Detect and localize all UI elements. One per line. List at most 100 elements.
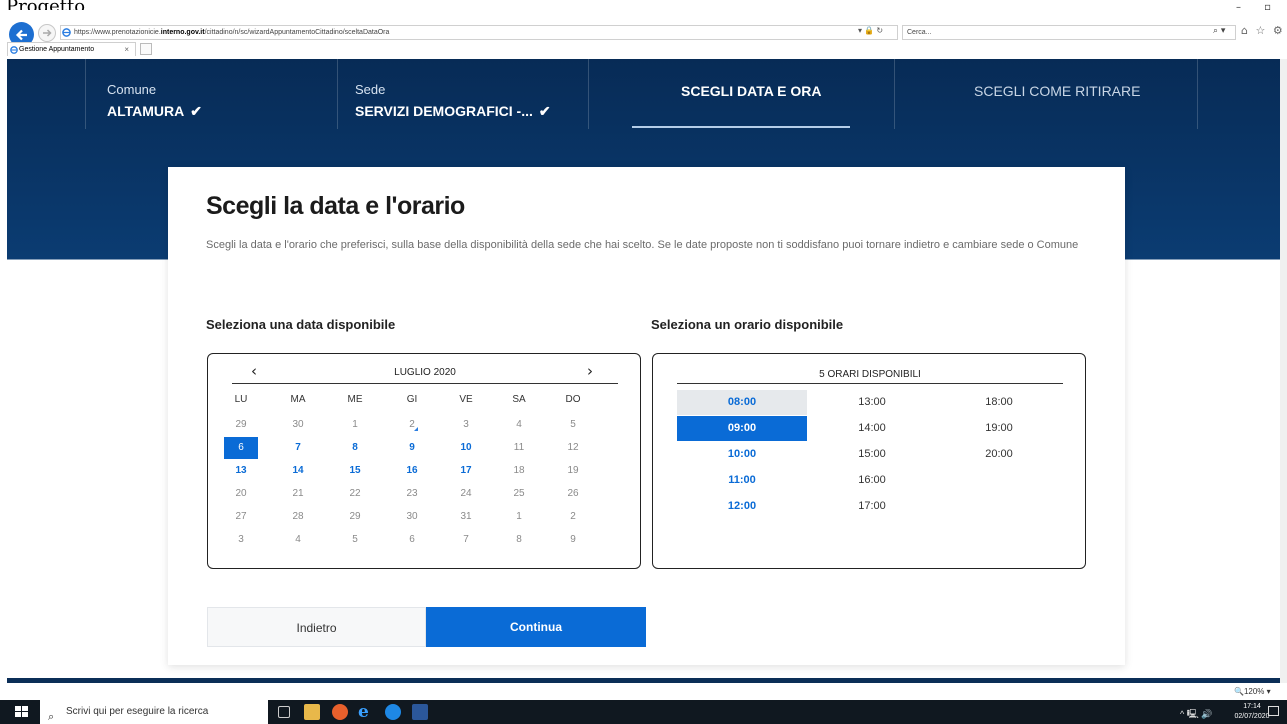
calendar-day: 29 — [235, 419, 247, 430]
notifications-icon[interactable] — [1268, 706, 1279, 716]
date-section-heading: Seleziona una data disponibile — [206, 317, 396, 332]
step-scegli-data-ora[interactable]: SCEGLI DATA E ORA — [681, 83, 822, 99]
url-path: /cittadino/n/sc/wizardAppuntamentoCittad… — [204, 29, 390, 36]
calendar-month: LUGLIO 2020 — [394, 367, 456, 378]
time-slot[interactable]: 08:00 — [677, 390, 807, 415]
calendar-day: 2 — [409, 419, 415, 430]
calendar-header: ‹ LUGLIO 2020 › — [232, 360, 618, 384]
taskbar: ⌕ Scrivi qui per eseguire la ricerca e ^… — [0, 700, 1287, 724]
step-comune-value[interactable]: ALTAMURA ✔ — [107, 103, 202, 120]
tab-close-icon[interactable]: × — [124, 43, 129, 56]
date-time-card: Scegli la data e l'orario Scegli la data… — [168, 167, 1125, 665]
calendar-day: 19 — [567, 465, 579, 476]
windows-start-icon[interactable] — [15, 706, 29, 718]
search-icon[interactable]: ⌕ ▾ — [1213, 26, 1225, 36]
taskbar-search-input[interactable]: ⌕ Scrivi qui per eseguire la ricerca — [40, 700, 268, 724]
time-slot: 20:00 — [985, 448, 1013, 460]
browser-search-input[interactable]: Cerca... — [902, 25, 1236, 40]
weekday-label: GI — [406, 394, 418, 405]
calendar-day: 21 — [292, 488, 304, 499]
clock-date: 02/07/2020 — [1234, 713, 1270, 720]
time-slot: 14:00 — [858, 422, 886, 434]
calendar-day: 3 — [238, 534, 244, 545]
zoom-level[interactable]: 🔍120% ▾ — [1234, 687, 1271, 696]
arrow-right-icon — [43, 29, 52, 37]
time-slot[interactable]: 11:00 — [677, 468, 807, 493]
taskbar-search-placeholder: Scrivi qui per eseguire la ricerca — [66, 706, 209, 717]
continue-button[interactable]: Continua — [426, 607, 646, 647]
toolbar-icons[interactable]: ⌂ ☆ ⚙ ☺ — [1241, 24, 1287, 37]
calendar-day: 5 — [570, 419, 576, 430]
calendar-day: 27 — [235, 511, 247, 522]
wizard-steps: Comune ALTAMURA ✔ Sede SERVIZI DEMOGRAFIC… — [7, 59, 1280, 129]
address-bar[interactable]: https://www.prenotazionicie.interno.gov.… — [60, 25, 898, 40]
time-slots-header: 5 ORARI DISPONIBILI — [677, 360, 1063, 384]
internet-explorer-icon[interactable]: e — [358, 704, 374, 721]
back-button[interactable]: Indietro — [207, 607, 426, 647]
calendar-day[interactable]: 16 — [395, 460, 429, 482]
task-view-icon[interactable] — [278, 706, 290, 718]
taskbar-clock[interactable]: 17:14 02/07/2020 — [1234, 702, 1270, 722]
new-tab-button[interactable] — [140, 43, 152, 55]
time-slot: 18:00 — [985, 396, 1013, 408]
calendar-day[interactable]: 14 — [281, 460, 315, 482]
time-section-heading: Seleziona un orario disponibile — [651, 317, 844, 332]
time-slot-selected[interactable]: 09:00 — [677, 416, 807, 441]
calendar-day[interactable]: 10 — [449, 437, 483, 459]
comune-value: ALTAMURA — [107, 103, 185, 119]
step-sede-value[interactable]: SERVIZI DEMOGRAFICI -... ✔ — [355, 103, 551, 120]
weekday-label: VE — [459, 394, 473, 405]
today-marker-icon — [414, 427, 418, 431]
browser-app-icon[interactable] — [385, 704, 401, 720]
time-slot: 19:00 — [985, 422, 1013, 434]
firefox-icon[interactable] — [332, 704, 348, 720]
time-slot: 13:00 — [858, 396, 886, 408]
step-divider — [85, 59, 86, 129]
calendar-day: 22 — [349, 488, 361, 499]
url-domain: interno.gov.it — [160, 29, 205, 36]
forward-button[interactable] — [38, 24, 56, 42]
calendar-day: 23 — [406, 488, 418, 499]
calendar-day: 28 — [292, 511, 304, 522]
calendar-day: 3 — [463, 419, 469, 430]
system-tray[interactable]: ^ 🖳 🔊 — [1180, 707, 1212, 723]
calendar-day: 12 — [567, 442, 579, 453]
word-icon[interactable] — [412, 704, 428, 720]
file-explorer-icon[interactable] — [304, 704, 320, 720]
search-icon: ⌕ — [48, 711, 55, 723]
calendar-day[interactable]: 8 — [338, 437, 372, 459]
time-slot[interactable]: 12:00 — [677, 494, 807, 519]
calendar-day[interactable]: 17 — [449, 460, 483, 482]
calendar-day: 18 — [513, 465, 525, 476]
window-controls[interactable]: – ▫ × — [1236, 2, 1287, 13]
calendar-day[interactable]: 7 — [281, 437, 315, 459]
calendar-day: 29 — [349, 511, 361, 522]
browser-tab[interactable]: Gestione Appuntamento × — [7, 42, 136, 56]
vertical-scrollbar[interactable] — [1280, 59, 1287, 683]
time-slot[interactable]: 10:00 — [677, 442, 807, 467]
step-divider — [894, 59, 895, 129]
calendar-day-selected[interactable]: 6 — [224, 437, 258, 459]
calendar-day: 7 — [463, 534, 469, 545]
time-slots: 5 ORARI DISPONIBILI 08:00 09:00 10:00 11:00… — [652, 353, 1086, 569]
calendar-day: 2 — [570, 511, 576, 522]
step-comune-label: Comune — [107, 82, 157, 97]
step-sede-label: Sede — [355, 82, 386, 97]
weekday-label: SA — [512, 394, 526, 405]
calendar-day: 8 — [516, 534, 522, 545]
active-step-underline — [632, 126, 850, 128]
calendar-day: 1 — [352, 419, 358, 430]
calendar-day: 5 — [352, 534, 358, 545]
calendar-day[interactable]: 15 — [338, 460, 372, 482]
arrow-left-icon — [15, 29, 27, 40]
calendar-day: 6 — [409, 534, 415, 545]
sede-value: SERVIZI DEMOGRAFICI -... — [355, 103, 533, 119]
calendar-day: 31 — [460, 511, 472, 522]
chevron-right-icon[interactable]: › — [582, 362, 598, 380]
address-bar-icons[interactable]: ▾ 🔒 ↻ — [858, 26, 883, 35]
calendar-day: 24 — [460, 488, 472, 499]
check-icon: ✔ — [190, 103, 202, 119]
calendar-day[interactable]: 13 — [224, 460, 258, 482]
step-scegli-come-ritirare: SCEGLI COME RITIRARE — [974, 83, 1141, 99]
calendar-day[interactable]: 9 — [395, 437, 429, 459]
